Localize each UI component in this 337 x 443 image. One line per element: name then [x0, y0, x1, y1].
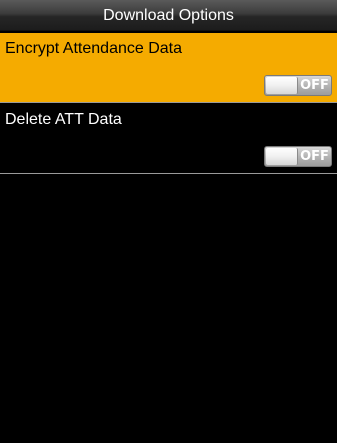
- page-title: Download Options: [103, 7, 234, 24]
- option-label: Delete ATT Data: [5, 111, 122, 128]
- toggle-state-label: OFF: [300, 78, 329, 93]
- encrypt-attendance-data-toggle[interactable]: OFF: [264, 75, 332, 96]
- device-screen: Download Options Encrypt Attendance Data…: [0, 0, 337, 443]
- delete-att-data-toggle[interactable]: OFF: [264, 146, 332, 167]
- toggle-knob: [266, 77, 298, 94]
- option-delete-att-data[interactable]: Delete ATT Data OFF: [0, 104, 337, 174]
- option-label: Encrypt Attendance Data: [5, 40, 182, 57]
- title-bar: Download Options: [0, 0, 337, 31]
- option-encrypt-attendance-data[interactable]: Encrypt Attendance Data OFF: [0, 33, 337, 103]
- toggle-state-label: OFF: [300, 149, 329, 164]
- toggle-knob: [266, 148, 298, 165]
